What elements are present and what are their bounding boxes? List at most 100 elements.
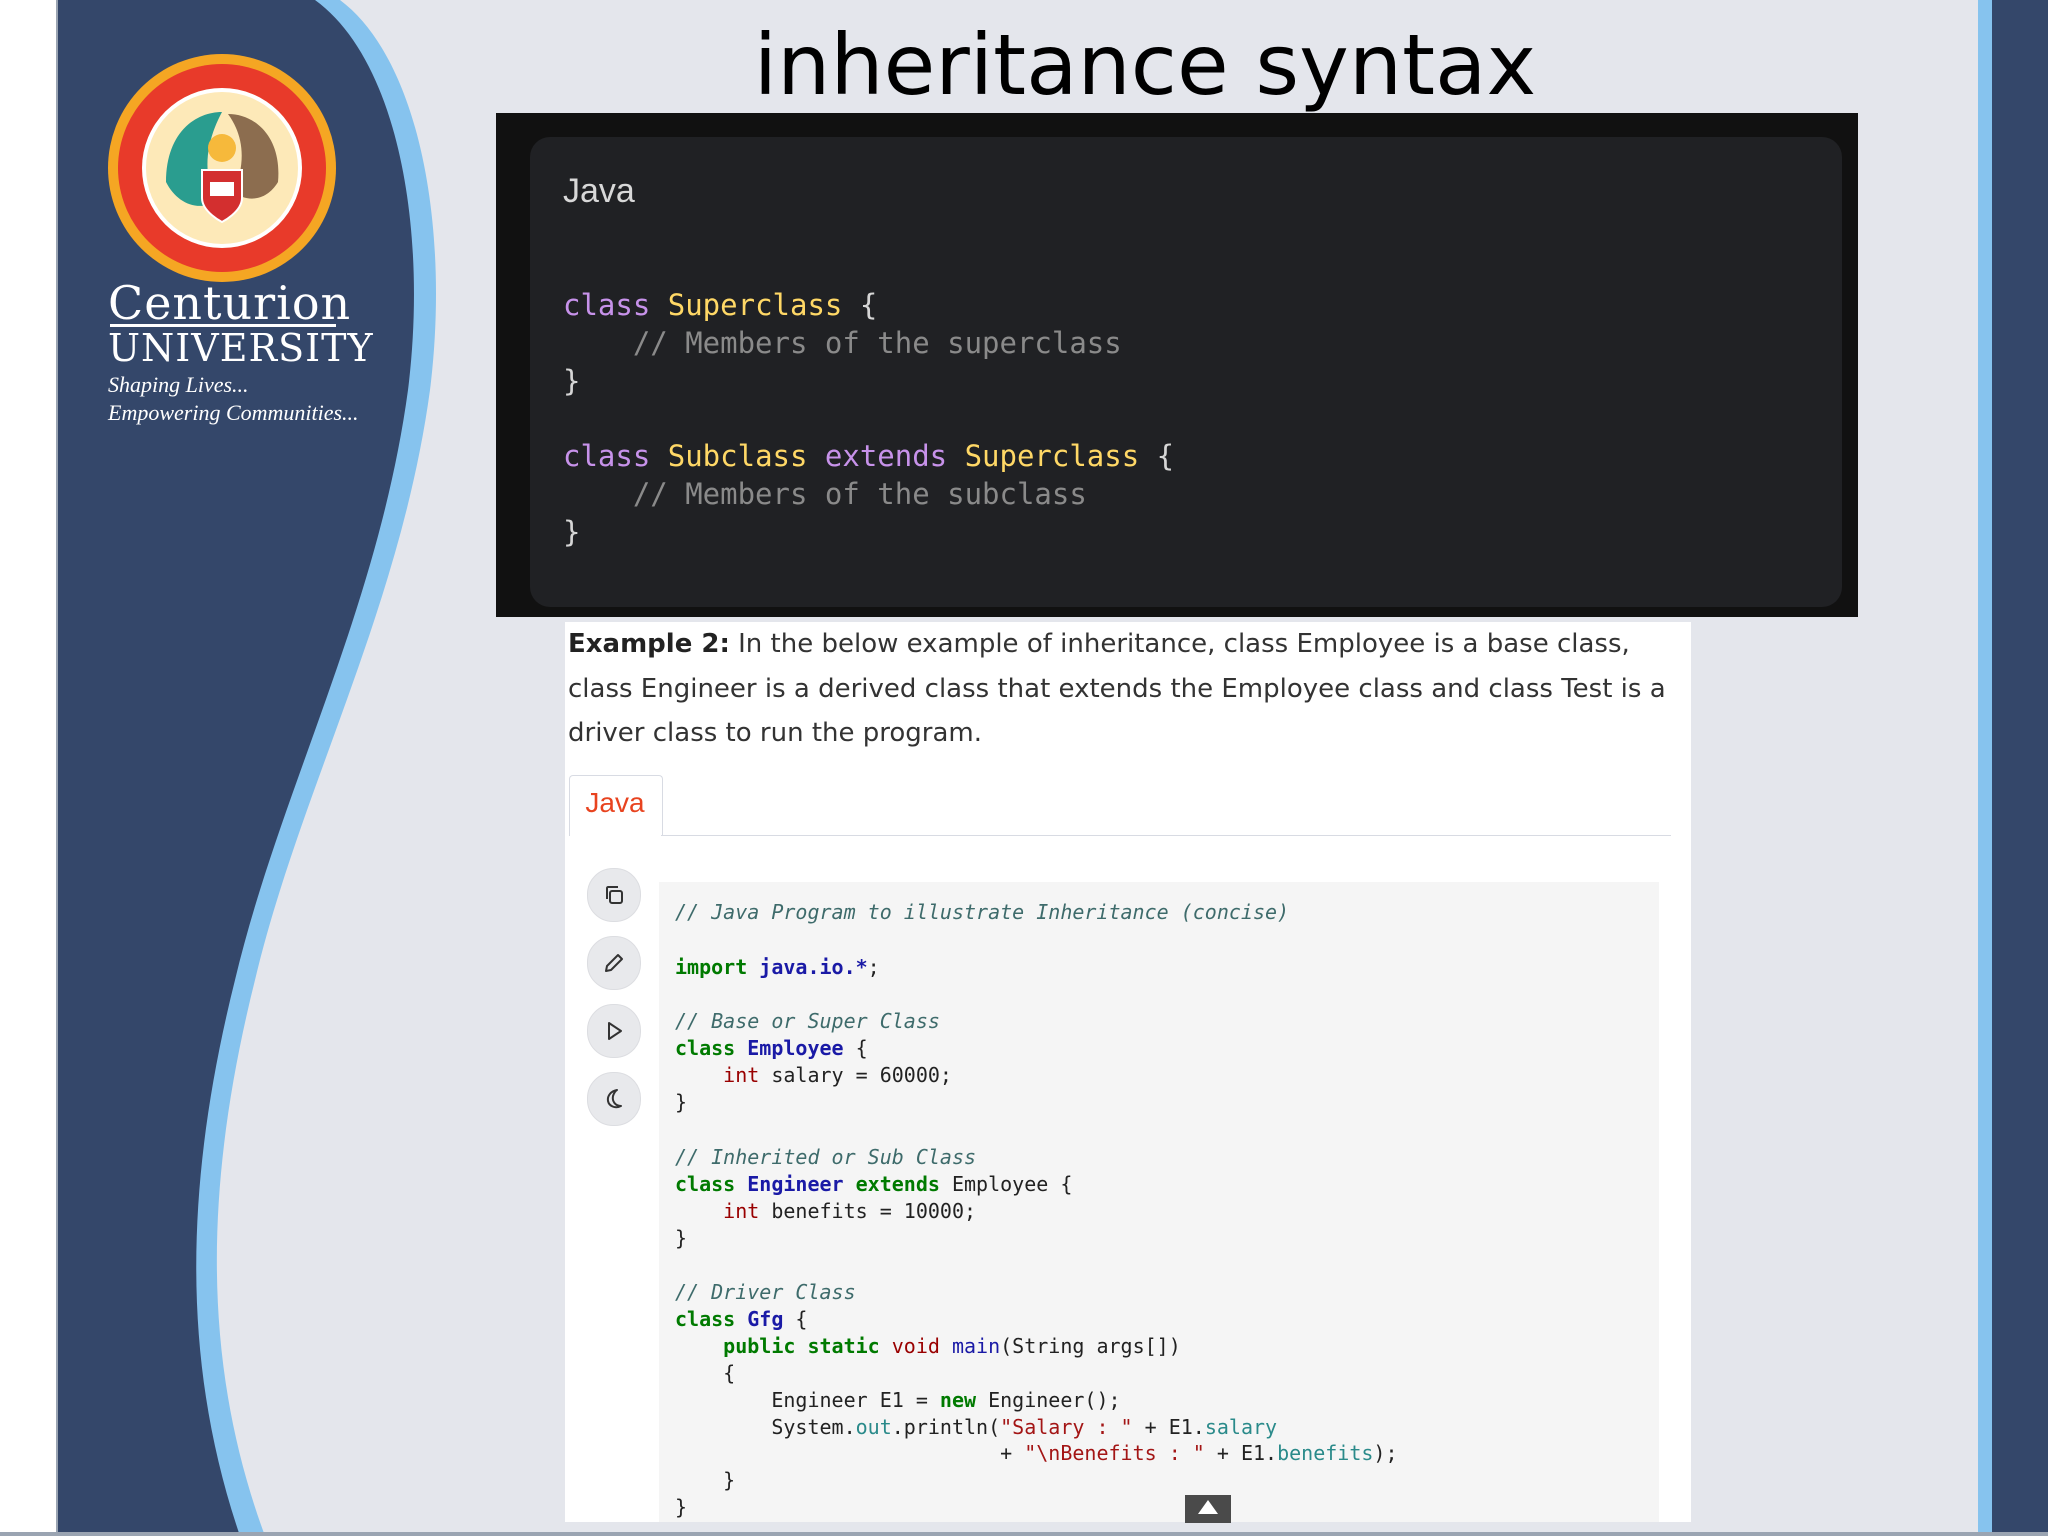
- code-token: {: [842, 288, 878, 322]
- code-token: // Base or Super Class: [675, 1009, 940, 1033]
- code-token: }: [563, 515, 581, 549]
- code-token: void: [891, 1334, 952, 1358]
- code-line: import java.io.*;: [675, 954, 880, 981]
- example-text: In the below example of inheritance, cla…: [568, 629, 1666, 748]
- code-line: Engineer E1 = new Engineer();: [675, 1387, 1121, 1414]
- code-token: extends: [855, 1172, 952, 1196]
- code-token: "Salary : ": [1000, 1415, 1133, 1439]
- code-line: // Driver Class: [675, 1279, 856, 1306]
- chevron-up-icon: [1198, 1500, 1218, 1514]
- copy-button[interactable]: [587, 868, 641, 922]
- code-token: }: [563, 364, 581, 398]
- code-token: // Members of the subclass: [563, 477, 1087, 511]
- code-line: {: [675, 1360, 735, 1387]
- code-line: public static void main(String args[]): [675, 1333, 1181, 1360]
- code-line: class Engineer extends Employee {: [675, 1171, 1072, 1198]
- code-token: Engineer: [747, 1172, 856, 1196]
- code-token: Gfg: [747, 1307, 784, 1331]
- run-icon: [608, 1022, 622, 1040]
- example-label: Example 2:: [568, 629, 730, 659]
- code-token: new: [939, 1388, 989, 1412]
- code-token: Superclass: [667, 288, 843, 322]
- code-token: + E1.: [1132, 1415, 1205, 1439]
- syntax-code-line: }: [563, 513, 580, 551]
- code-token: .println(: [891, 1415, 1001, 1439]
- code-line: }: [675, 1494, 687, 1521]
- code-token: java.io.*: [759, 955, 868, 979]
- edit-button[interactable]: [587, 936, 641, 990]
- code-token: salary = 60000;: [759, 1063, 952, 1087]
- code-token: int: [723, 1063, 760, 1087]
- syntax-language-label: Java: [563, 172, 635, 210]
- dark-mode-button[interactable]: [587, 1072, 641, 1126]
- syntax-code-line: // Members of the subclass: [563, 475, 1087, 513]
- code-line: }: [675, 1225, 687, 1252]
- code-token: class: [563, 439, 668, 473]
- code-token: main: [951, 1334, 1001, 1358]
- code-token: import: [675, 955, 760, 979]
- code-line: // Base or Super Class: [675, 1008, 940, 1035]
- code-token: out: [855, 1415, 892, 1439]
- code-token: class: [675, 1307, 748, 1331]
- code-token: public static: [723, 1334, 892, 1358]
- code-line: }: [675, 1467, 735, 1494]
- code-token: "\nBenefits : ": [1024, 1441, 1205, 1465]
- code-line: }: [675, 1089, 687, 1116]
- code-token: Engineer E1 =: [675, 1388, 940, 1412]
- code-token: Engineer();: [988, 1388, 1121, 1412]
- university-name-line2: UNIVERSITY: [108, 326, 374, 370]
- code-token: {: [783, 1307, 808, 1331]
- code-token: // Java Program to illustrate Inheritanc…: [675, 900, 1290, 924]
- code-token: class: [675, 1172, 748, 1196]
- code-token: extends: [824, 439, 965, 473]
- slide-title: inheritance syntax: [753, 16, 1537, 114]
- edit-icon: [605, 954, 623, 972]
- run-button[interactable]: [587, 1004, 641, 1058]
- code-token: {: [675, 1361, 736, 1385]
- code-token: Employee {: [951, 1172, 1073, 1196]
- code-line: int salary = 60000;: [675, 1062, 952, 1089]
- syntax-code-line: class Superclass {: [563, 286, 877, 324]
- syntax-code-line: class Subclass extends Superclass {: [563, 437, 1174, 475]
- university-seal-logo: [108, 54, 336, 282]
- dark-mode-icon: [606, 1089, 622, 1109]
- code-token: class: [675, 1036, 748, 1060]
- code-token: benefits: [1277, 1441, 1374, 1465]
- code-token: Employee: [747, 1036, 844, 1060]
- code-line: System.out.println("Salary : " + E1.sala…: [675, 1414, 1277, 1441]
- code-line: // Java Program to illustrate Inheritanc…: [675, 899, 1289, 926]
- code-line: class Employee {: [675, 1035, 868, 1062]
- code-line: + "\nBenefits : " + E1.benefits);: [675, 1440, 1398, 1467]
- code-token: (String args[]): [1000, 1334, 1181, 1358]
- code-token: +: [675, 1441, 1025, 1465]
- code-token: }: [675, 1468, 736, 1492]
- tab-underline: [661, 835, 1671, 836]
- code-token: salary: [1204, 1415, 1278, 1439]
- example-description: Example 2: In the below example of inher…: [568, 622, 1674, 756]
- code-token: + E1.: [1204, 1441, 1278, 1465]
- code-token: // Members of the superclass: [563, 326, 1122, 360]
- code-token: System.: [675, 1415, 856, 1439]
- tagline-line2: Empowering Communities...: [108, 400, 359, 425]
- university-name-line1: Centurion: [108, 276, 352, 330]
- code-line: // Inherited or Sub Class: [675, 1144, 976, 1171]
- code-line: int benefits = 10000;: [675, 1198, 976, 1225]
- code-token: }: [675, 1226, 688, 1250]
- syntax-code-line: // Members of the superclass: [563, 324, 1122, 362]
- code-token: }: [675, 1090, 688, 1114]
- code-token: // Inherited or Sub Class: [675, 1145, 977, 1169]
- slide: Centurion UNIVERSITY Shaping Lives... Em…: [0, 0, 2048, 1536]
- code-token: );: [1373, 1441, 1398, 1465]
- code-token: int: [723, 1199, 760, 1223]
- tagline-line1: Shaping Lives...: [108, 372, 249, 397]
- copy-icon: [606, 886, 623, 904]
- code-token: {: [1139, 439, 1175, 473]
- code-line: class Gfg {: [675, 1306, 807, 1333]
- code-token: // Driver Class: [675, 1280, 856, 1304]
- syntax-code-line: }: [563, 362, 580, 400]
- code-token: benefits = 10000;: [759, 1199, 977, 1223]
- tab-java-label: Java: [585, 787, 645, 818]
